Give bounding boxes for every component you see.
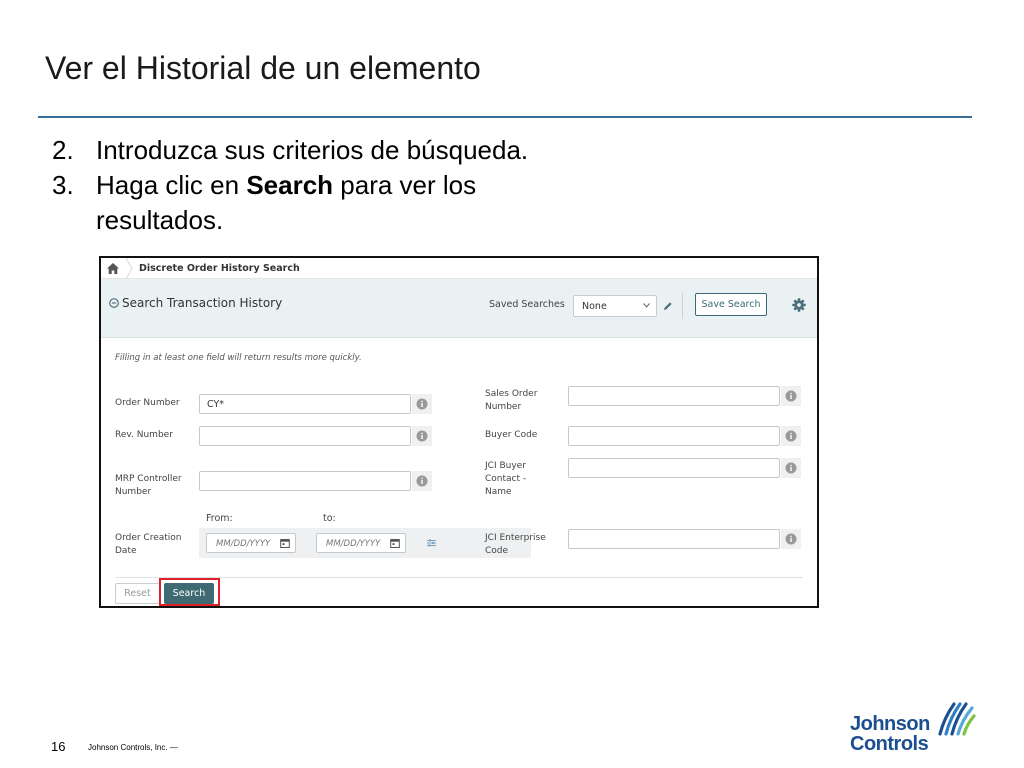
johnson-controls-logo: Johnson Controls xyxy=(850,700,978,754)
step-text: Haga clic en Search para ver los resulta… xyxy=(96,168,566,238)
search-header: Search Transaction History Saved Searche… xyxy=(101,279,817,338)
order-number-input[interactable]: CY* xyxy=(199,394,411,414)
info-icon xyxy=(416,475,428,487)
search-hint: Filling in at least one field will retur… xyxy=(115,353,362,363)
sales-order-info[interactable] xyxy=(781,386,801,406)
info-icon xyxy=(785,462,797,474)
search-button-highlight xyxy=(159,578,220,606)
page-number: 16 xyxy=(51,739,66,754)
header-divider xyxy=(682,293,683,319)
order-number-label: Order Number xyxy=(115,398,180,408)
jci-enterprise-code-label: JCI Enterprise Code xyxy=(485,532,546,558)
step-text-bold: Search xyxy=(246,170,334,200)
saved-searches-select[interactable]: None xyxy=(573,295,657,317)
breadcrumb: Discrete Order History Search xyxy=(101,258,817,279)
label-line: Code xyxy=(485,546,509,556)
saved-searches-value: None xyxy=(582,301,607,312)
order-number-info[interactable] xyxy=(412,394,432,414)
sales-order-input[interactable] xyxy=(568,386,780,406)
date-from-input[interactable]: MM/DD/YYYY xyxy=(206,533,296,553)
label-line: Number xyxy=(485,402,522,412)
to-label: to: xyxy=(323,513,336,524)
save-search-button[interactable]: Save Search xyxy=(695,293,767,316)
calendar-icon[interactable] xyxy=(280,538,290,548)
label-line: MRP Controller xyxy=(115,474,182,484)
label-line: Order Creation xyxy=(115,533,182,543)
gear-icon[interactable] xyxy=(792,298,806,312)
footer-company: Johnson Controls, Inc. — xyxy=(88,743,178,752)
search-panel-title: Search Transaction History xyxy=(122,296,283,310)
order-creation-date-label: Order Creation Date xyxy=(115,532,182,558)
slide-title: Ver el Historial de un elemento xyxy=(45,50,481,86)
label-line: Number xyxy=(115,487,152,497)
home-icon[interactable] xyxy=(107,262,119,274)
label-line: Name xyxy=(485,487,512,497)
step-item: 2. Introduzca sus criterios de búsqueda. xyxy=(52,133,566,168)
chevron-down-icon xyxy=(643,303,650,308)
info-icon xyxy=(416,398,428,410)
step-number: 3. xyxy=(52,170,74,200)
rev-number-label: Rev. Number xyxy=(115,430,173,440)
label-line: JCI Enterprise xyxy=(485,533,546,543)
mrp-controller-input[interactable] xyxy=(199,471,411,491)
buyer-code-label: Buyer Code xyxy=(485,430,538,440)
step-number: 2. xyxy=(52,135,74,165)
saved-searches-label: Saved Searches xyxy=(489,299,565,310)
mrp-controller-info[interactable] xyxy=(412,471,432,491)
info-icon xyxy=(785,533,797,545)
label-line: Contact - xyxy=(485,474,527,484)
rev-number-input[interactable] xyxy=(199,426,411,446)
date-from-placeholder: MM/DD/YYYY xyxy=(216,539,271,549)
calendar-icon[interactable] xyxy=(390,538,400,548)
jci-buyer-contact-info[interactable] xyxy=(781,458,801,478)
from-label: From: xyxy=(206,513,233,524)
filter-icon[interactable] xyxy=(427,539,436,547)
buyer-code-info[interactable] xyxy=(781,426,801,446)
instruction-list: 2. Introduzca sus criterios de búsqueda.… xyxy=(52,133,566,238)
logo-line2: Controls xyxy=(850,733,929,755)
breadcrumb-separator-icon xyxy=(125,258,133,279)
logo-line1: Johnson xyxy=(850,713,930,735)
jci-buyer-contact-input[interactable] xyxy=(568,458,780,478)
buyer-code-input[interactable] xyxy=(568,426,780,446)
label-line: Sales Order xyxy=(485,389,538,399)
sales-order-label: Sales Order Number xyxy=(485,388,537,414)
label-line: Date xyxy=(115,546,137,556)
date-to-input[interactable]: MM/DD/YYYY xyxy=(316,533,406,553)
reset-button[interactable]: Reset xyxy=(115,583,160,604)
step-text-part: Introduzca sus criterios de búsqueda. xyxy=(96,135,529,165)
jci-enterprise-code-info[interactable] xyxy=(781,529,801,549)
step-text-part: Haga clic en xyxy=(96,170,247,200)
logo-swoosh-icon xyxy=(938,702,976,736)
jci-buyer-contact-label: JCI Buyer Contact - Name xyxy=(485,460,526,499)
step-item: 3. Haga clic en Search para ver los resu… xyxy=(52,168,566,238)
info-icon xyxy=(416,430,428,442)
breadcrumb-current: Discrete Order History Search xyxy=(139,262,300,274)
step-text: Introduzca sus criterios de búsqueda. xyxy=(96,133,566,168)
date-to-placeholder: MM/DD/YYYY xyxy=(326,539,381,549)
jci-enterprise-code-input[interactable] xyxy=(568,529,780,549)
screenshot-frame: Discrete Order History Search Search Tra… xyxy=(99,256,819,608)
info-icon xyxy=(785,430,797,442)
rev-number-info[interactable] xyxy=(412,426,432,446)
mrp-controller-label: MRP Controller Number xyxy=(115,473,182,499)
pencil-icon[interactable] xyxy=(663,301,673,311)
title-divider xyxy=(38,116,972,118)
minus-circle-icon[interactable] xyxy=(109,298,119,308)
label-line: JCI Buyer xyxy=(485,461,526,471)
info-icon xyxy=(785,390,797,402)
